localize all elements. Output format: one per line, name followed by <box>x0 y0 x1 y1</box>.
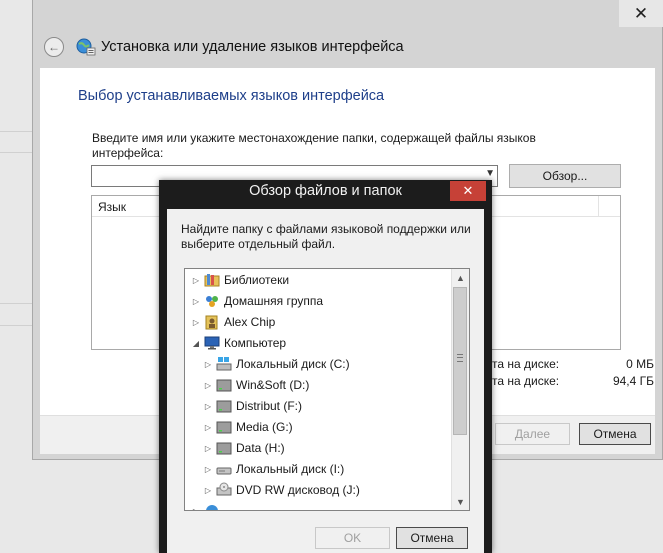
tree-item-homegroup[interactable]: ▷ Домашняя группа <box>191 291 323 311</box>
expand-arrow-icon[interactable]: ▷ <box>191 318 201 327</box>
tree-item-label: Win&Soft (D:) <box>236 378 310 392</box>
disk-space-required-value: 0 МБ <box>626 357 654 371</box>
column-header-language[interactable]: Язык <box>98 200 126 214</box>
expand-arrow-icon[interactable]: ▷ <box>191 297 201 306</box>
scroll-up-icon[interactable]: ▲ <box>452 269 469 286</box>
tree-item-drive-h[interactable]: ▷ Data (H:) <box>203 438 285 458</box>
expand-arrow-icon[interactable]: ▷ <box>191 507 201 511</box>
tree-item-drive-g[interactable]: ▷ Media (G:) <box>203 417 293 437</box>
homegroup-icon <box>206 296 218 307</box>
navigation-bar: ← Установка или удаление языков интерфей… <box>33 30 662 66</box>
expand-arrow-icon[interactable]: ▷ <box>191 276 201 285</box>
tree-item-label: Media (G:) <box>236 420 293 434</box>
folder-tree[interactable]: ▷ Библиотеки ▷ Домашняя группа ▷ Alex Ch… <box>184 268 470 511</box>
next-button[interactable]: Далее <box>495 423 570 445</box>
tree-item-label: Локальный диск (C:) <box>236 357 350 371</box>
hard-drive-icon <box>216 442 232 455</box>
tree-item-computer[interactable]: ◢ Компьютер <box>191 333 287 353</box>
tree-item-label: Data (H:) <box>236 441 285 455</box>
expand-arrow-icon[interactable]: ▷ <box>203 381 213 390</box>
tree-item-drive-f[interactable]: ▷ Distribut (F:) <box>203 396 302 416</box>
dialog-title: Обзор файлов и папок <box>249 183 402 199</box>
hard-drive-icon <box>216 421 232 434</box>
hard-drive-icon <box>216 400 232 413</box>
close-icon: ✕ <box>633 3 649 23</box>
disk-space-available-value: 94,4 ГБ <box>612 374 654 388</box>
column-separator <box>598 196 599 216</box>
network-icon <box>206 505 218 510</box>
computer-icon <box>204 336 220 350</box>
dialog-cancel-button[interactable]: Отмена <box>396 527 468 549</box>
instruction-text: Введите имя или укажите местонахождение … <box>92 131 536 160</box>
expand-arrow-icon[interactable]: ▷ <box>203 423 213 432</box>
page-heading: Выбор устанавливаемых языков интерфейса <box>78 88 385 104</box>
collapse-arrow-icon[interactable]: ◢ <box>191 339 201 348</box>
tree-item-label: Distribut (F:) <box>236 399 302 413</box>
dvd-drive-icon <box>216 482 232 496</box>
cancel-button[interactable]: Отмена <box>579 423 651 445</box>
tree-item-label: DVD RW дисковод (J:) <box>236 483 360 497</box>
back-arrow-icon: ← <box>48 40 60 54</box>
tree-item-libraries[interactable]: ▷ Библиотеки <box>191 270 289 290</box>
tree-item-label: Библиотеки <box>224 273 290 287</box>
tree-item-drive-j[interactable]: ▷ DVD RW дисковод (J:) <box>203 480 360 500</box>
tree-item-label: Alex Chip <box>224 315 276 329</box>
browse-folder-dialog: Обзор файлов и папок ✕ Найдите папку с ф… <box>159 180 492 553</box>
window-close-button[interactable]: ✕ <box>619 0 663 27</box>
scroll-down-icon[interactable]: ▼ <box>452 493 469 510</box>
chevron-down-icon[interactable]: ▼ <box>485 168 495 179</box>
libraries-icon <box>204 274 220 287</box>
dialog-body: Найдите папку с файлами языковой поддерж… <box>167 209 484 553</box>
tree-item-label: Компьютер <box>224 336 287 350</box>
tree-item-label: Локальный диск (I:) <box>236 462 345 476</box>
ok-button[interactable]: OK <box>315 527 390 549</box>
expand-arrow-icon[interactable]: ▷ <box>203 486 213 495</box>
grip-icon <box>457 354 463 362</box>
window-title: Установка или удаление языков интерфейса <box>101 39 404 55</box>
removable-drive-icon <box>216 467 232 475</box>
back-button[interactable]: ← <box>44 37 64 57</box>
tree-item-label: Домашняя группа <box>224 294 324 308</box>
close-icon: ✕ <box>462 183 474 198</box>
expand-arrow-icon[interactable]: ▷ <box>203 465 213 474</box>
tree-item-drive-i[interactable]: ▷ Локальный диск (I:) <box>203 459 344 479</box>
scrollbar-thumb[interactable] <box>453 287 467 435</box>
dialog-description: Найдите папку с файлами языковой поддерж… <box>181 222 471 251</box>
tree-scrollbar[interactable]: ▲ ▼ <box>451 269 469 510</box>
tree-item-network[interactable]: ▷ <box>191 501 224 511</box>
tree-item-drive-c[interactable]: ▷ Локальный диск (C:) <box>203 354 350 374</box>
system-drive-icon <box>216 357 232 371</box>
tree-item-drive-d[interactable]: ▷ Win&Soft (D:) <box>203 375 309 395</box>
browse-button[interactable]: Обзор... <box>509 164 621 188</box>
user-folder-icon <box>205 315 218 330</box>
tree-item-user-folder[interactable]: ▷ Alex Chip <box>191 312 275 332</box>
expand-arrow-icon[interactable]: ▷ <box>203 402 213 411</box>
dialog-close-button[interactable]: ✕ <box>450 181 486 201</box>
hard-drive-icon <box>216 379 232 392</box>
expand-arrow-icon[interactable]: ▷ <box>203 360 213 369</box>
language-globe-icon <box>76 38 96 56</box>
expand-arrow-icon[interactable]: ▷ <box>203 444 213 453</box>
